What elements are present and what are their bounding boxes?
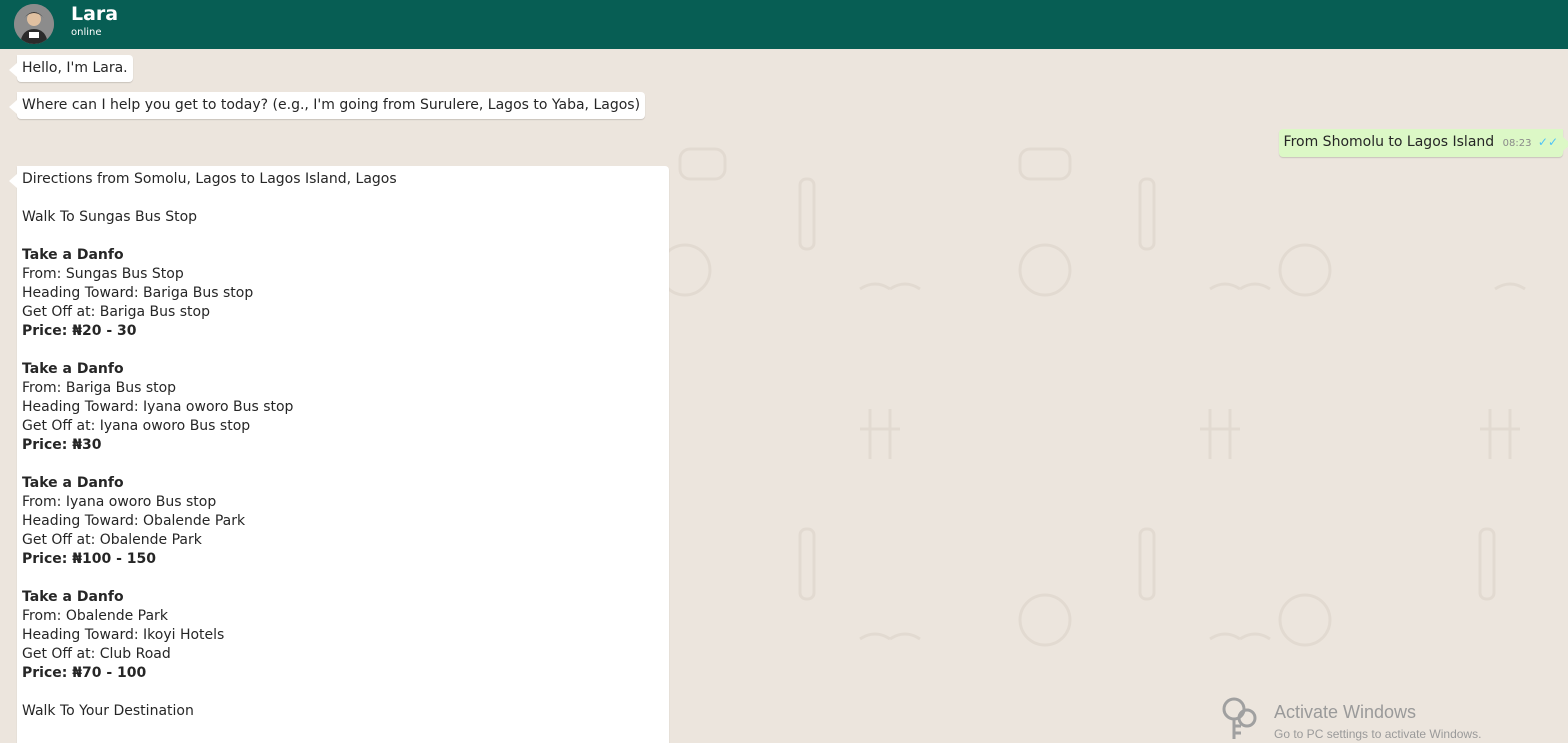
direction-line: From: Obalende Park <box>22 608 168 624</box>
message-outgoing: From Shomolu to Lagos Island 08:23 ✓✓ <box>1278 129 1568 157</box>
direction-line: Get Off at: Obalende Park <box>22 532 202 548</box>
contact-name[interactable]: Lara <box>71 3 118 25</box>
direction-line: Price: ₦30 <box>22 437 102 453</box>
direction-line: From: Bariga Bus stop <box>22 380 177 396</box>
message-incoming: Where can I help you get to today? (e.g.… <box>8 92 646 119</box>
message-text: Where can I help you get to today? (e.g.… <box>22 97 641 113</box>
direction-line: Take a Danfo <box>22 361 124 377</box>
direction-line: From: Sungas Bus Stop <box>22 266 184 282</box>
contact-status: online <box>71 27 102 38</box>
message-incoming: Hello, I'm Lara. <box>9 55 133 82</box>
direction-line: Price: ₦70 - 100 <box>22 665 147 681</box>
direction-line: Get Off at: Iyana oworo Bus stop <box>22 418 251 434</box>
direction-line: Take a Danfo <box>22 475 124 491</box>
direction-line: Heading Toward: Bariga Bus stop <box>22 285 254 301</box>
direction-line: From: Iyana oworo Bus stop <box>22 494 217 510</box>
direction-line: Take a Danfo <box>22 589 124 605</box>
avatar[interactable] <box>14 4 54 44</box>
message-directions: Directions from Somolu, Lagos to Lagos I… <box>9 166 669 743</box>
key-icon <box>1222 697 1257 739</box>
direction-line: Directions from Somolu, Lagos to Lagos I… <box>22 171 397 187</box>
direction-line: Price: ₦20 - 30 <box>22 323 137 339</box>
direction-line: Heading Toward: Ikoyi Hotels <box>22 627 225 643</box>
message-text: From Shomolu to Lagos Island <box>1283 134 1495 150</box>
activate-windows-watermark: Activate Windows Go to PC settings to ac… <box>1220 696 1568 741</box>
message-text: Hello, I'm Lara. <box>22 60 128 76</box>
watermark-title: Activate Windows <box>1274 702 1417 722</box>
direction-line: Get Off at: Club Road <box>22 646 171 662</box>
direction-line: Get Off at: Bariga Bus stop <box>22 304 210 320</box>
avatar-person-icon <box>14 4 54 44</box>
read-receipt-ticks-icon: ✓✓ <box>1537 135 1558 149</box>
direction-line: Heading Toward: Obalende Park <box>22 513 246 529</box>
chat-header: Lara online <box>0 0 1568 49</box>
message-time: 08:23 <box>1502 138 1532 149</box>
direction-line: Price: ₦100 - 150 <box>22 551 156 567</box>
direction-line: Take a Danfo <box>22 247 124 263</box>
direction-line: Heading Toward: Iyana oworo Bus stop <box>22 399 294 415</box>
direction-line: Walk To Your Destination <box>22 703 194 719</box>
direction-line: Walk To Sungas Bus Stop <box>22 209 198 225</box>
